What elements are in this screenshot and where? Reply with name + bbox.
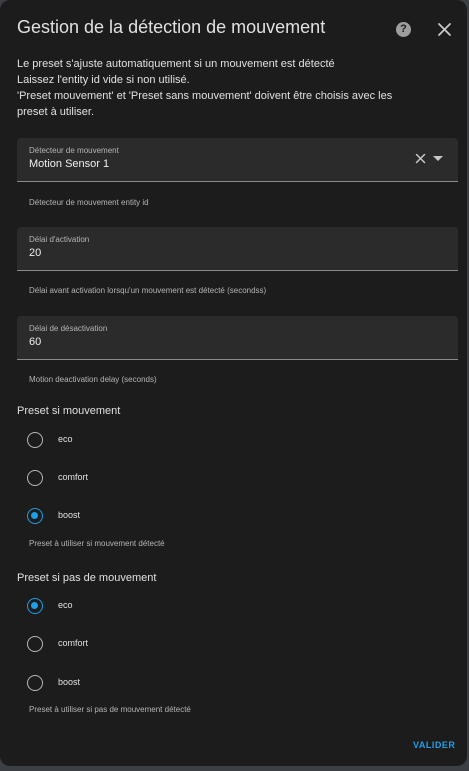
description-line: Laissez l'entity id vide si non utilisé. — [17, 74, 190, 86]
clear-icon[interactable] — [415, 153, 426, 164]
preset-no-motion-option-boost[interactable]: boost — [27, 674, 227, 692]
radio-label: eco — [58, 434, 73, 444]
motion-detection-dialog: Gestion de la détection de mouvement ? L… — [0, 0, 467, 766]
radio-label: boost — [58, 677, 81, 687]
activation-delay-field[interactable]: Délai d'activation 20 — [17, 227, 458, 271]
preset-no-motion-option-eco[interactable]: eco — [27, 597, 227, 615]
description-line: preset à utiliser. — [17, 106, 95, 118]
motion-sensor-helper: Détecteur de mouvement entity id — [29, 198, 149, 207]
preset-motion-helper: Preset à utiliser si mouvement détecté — [29, 539, 165, 548]
submit-button[interactable]: VALIDER — [413, 740, 455, 750]
deactivation-delay-helper: Motion deactivation delay (seconds) — [29, 375, 157, 384]
preset-motion-title: Preset si mouvement — [17, 405, 121, 417]
radio-button[interactable] — [27, 508, 43, 524]
deactivation-delay-label: Délai de désactivation — [29, 324, 108, 333]
radio-button[interactable] — [27, 598, 43, 614]
motion-sensor-label: Détecteur de mouvement — [29, 146, 119, 155]
radio-button[interactable] — [27, 636, 43, 652]
description-line: Le preset s'ajuste automatiquement si un… — [17, 58, 335, 70]
help-circle-icon[interactable]: ? — [396, 22, 411, 37]
dialog-description: Le preset s'ajuste automatiquement si un… — [17, 56, 447, 120]
activation-delay-value[interactable]: 20 — [29, 247, 41, 259]
radio-label: comfort — [58, 638, 89, 648]
dropdown-arrow-icon[interactable] — [433, 156, 443, 162]
preset-no-motion-title: Preset si pas de mouvement — [17, 572, 157, 584]
deactivation-delay-value[interactable]: 60 — [29, 336, 41, 348]
deactivation-delay-field[interactable]: Délai de désactivation 60 — [17, 316, 458, 360]
preset-motion-option-boost[interactable]: boost — [27, 507, 227, 525]
preset-no-motion-helper: Preset à utiliser si pas de mouvement dé… — [29, 705, 191, 714]
activation-delay-label: Délai d'activation — [29, 235, 90, 244]
dialog-title: Gestion de la détection de mouvement — [17, 17, 326, 37]
radio-label: boost — [58, 510, 81, 520]
activation-delay-helper: Délai avant activation lorsqu'un mouveme… — [29, 286, 267, 295]
motion-sensor-combobox[interactable]: Détecteur de mouvement Motion Sensor 1 — [17, 138, 458, 182]
radio-button[interactable] — [27, 470, 43, 486]
radio-button[interactable] — [27, 675, 43, 691]
preset-motion-option-eco[interactable]: eco — [27, 431, 227, 449]
radio-button[interactable] — [27, 432, 43, 448]
preset-motion-option-comfort[interactable]: comfort — [27, 469, 227, 487]
preset-no-motion-option-comfort[interactable]: comfort — [27, 635, 227, 653]
description-line: 'Preset mouvement' et 'Preset sans mouve… — [17, 90, 393, 102]
motion-sensor-value: Motion Sensor 1 — [29, 158, 110, 170]
close-icon[interactable] — [437, 22, 452, 37]
radio-label: comfort — [58, 472, 89, 482]
radio-label: eco — [58, 600, 73, 610]
